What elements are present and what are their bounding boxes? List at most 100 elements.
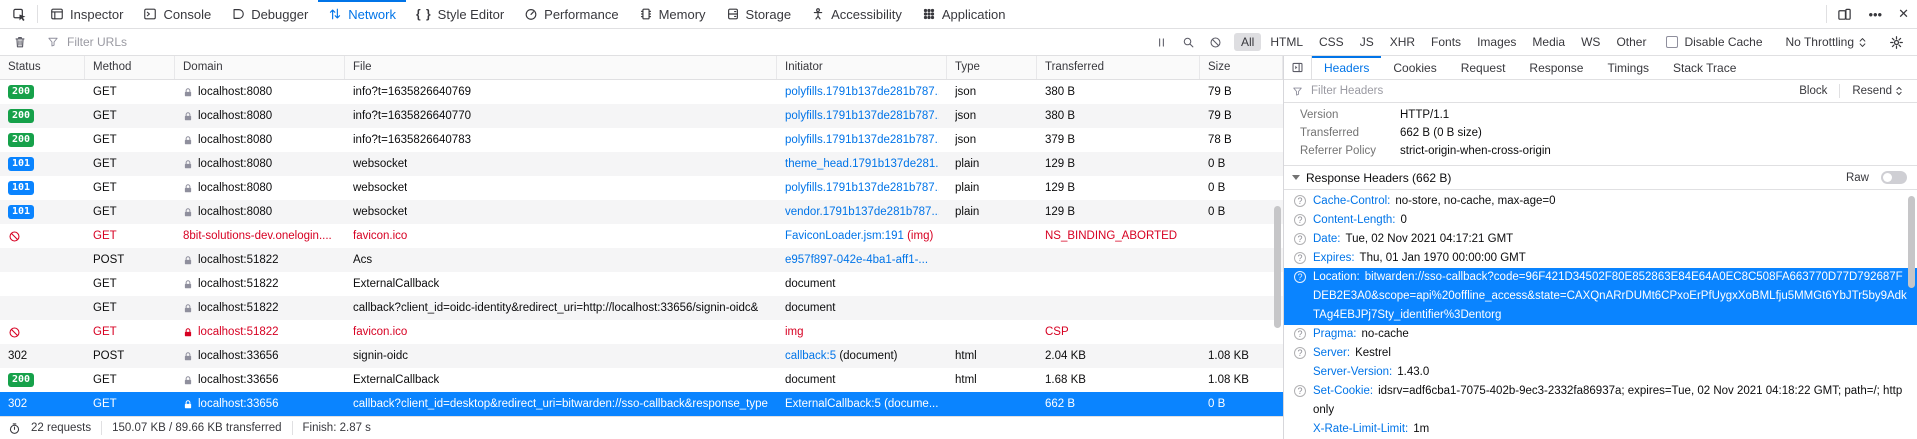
header-row[interactable]: ?Server:Kestrel [1284, 344, 1917, 363]
initiator-link[interactable]: FaviconLoader.jsm:191 [785, 230, 904, 242]
response-headers-section[interactable]: Response Headers (662 B) Raw [1284, 166, 1917, 190]
header-row[interactable]: ?X-Rate-Limit-Limit:1m [1284, 420, 1917, 439]
filter-urls-input[interactable] [65, 34, 365, 50]
help-icon[interactable]: ? [1294, 233, 1306, 245]
tab-console[interactable]: Console [133, 0, 221, 28]
help-icon[interactable]: ? [1294, 347, 1306, 359]
table-row[interactable]: GETlocalhost:51822favicon.icoimgCSP [0, 320, 1283, 344]
table-row[interactable]: GETlocalhost:51822ExternalCallbackdocume… [0, 272, 1283, 296]
help-icon[interactable]: ? [1294, 195, 1306, 207]
initiator-link[interactable]: polyfills.1791b137de281b787... [785, 182, 939, 194]
filter-all[interactable]: All [1234, 33, 1261, 51]
column-header-transferred[interactable]: Transferred [1037, 56, 1200, 79]
pause-recording-button[interactable] [1148, 36, 1175, 49]
initiator-link[interactable]: polyfills.1791b137de281b787... [785, 110, 939, 122]
block-button[interactable]: Block [1793, 85, 1833, 97]
initiator-link[interactable]: polyfills.1791b137de281b787... [785, 86, 939, 98]
tab-memory[interactable]: Memory [629, 0, 716, 28]
table-row[interactable]: POSTlocalhost:51822Acse957f897-042e-4ba1… [0, 248, 1283, 272]
disable-cache-control[interactable]: Disable Cache [1658, 35, 1770, 49]
help-icon[interactable]: ? [1294, 214, 1306, 226]
domain-text: localhost:8080 [198, 110, 272, 122]
initiator-link[interactable]: theme_head.1791b137de281... [785, 158, 939, 170]
help-icon[interactable]: ? [1294, 271, 1306, 283]
responsive-design-button[interactable] [1829, 0, 1860, 28]
filter-images[interactable]: Images [1470, 33, 1523, 51]
filter-media[interactable]: Media [1525, 33, 1572, 51]
stopwatch-icon[interactable] [8, 422, 21, 435]
table-row[interactable]: GETlocalhost:51822callback?client_id=oid… [0, 296, 1283, 320]
node-picker-button[interactable] [4, 0, 35, 28]
request-list-scrollbar[interactable] [1274, 206, 1281, 328]
help-icon[interactable]: ? [1294, 252, 1306, 264]
table-row[interactable]: 200GETlocalhost:33656ExternalCallbackdoc… [0, 368, 1283, 392]
filter-other[interactable]: Other [1609, 33, 1653, 51]
filter-headers-input[interactable] [1309, 84, 1787, 98]
throttling-select[interactable]: No Throttling [1776, 35, 1877, 49]
column-header-domain[interactable]: Domain [175, 56, 345, 79]
clear-requests-button[interactable] [6, 35, 34, 49]
help-icon[interactable]: ? [1294, 328, 1306, 340]
details-tab-request[interactable]: Request [1449, 56, 1518, 79]
raw-toggle[interactable] [1881, 171, 1907, 184]
table-row[interactable]: 101GETlocalhost:8080websocketpolyfills.1… [0, 176, 1283, 200]
details-scrollbar[interactable] [1908, 196, 1915, 288]
network-settings-button[interactable] [1882, 35, 1911, 50]
filter-html[interactable]: HTML [1263, 33, 1310, 51]
header-row[interactable]: ?Cache-Control:no-store, no-cache, max-a… [1284, 192, 1917, 211]
size-cell-text: 0 B [1208, 182, 1225, 194]
resend-button[interactable]: Resend [1846, 85, 1909, 97]
column-header-type[interactable]: Type [947, 56, 1037, 79]
header-row[interactable]: ?Expires:Thu, 01 Jan 1970 00:00:00 GMT [1284, 249, 1917, 268]
table-row[interactable]: 101GETlocalhost:8080websockettheme_head.… [0, 152, 1283, 176]
tab-application[interactable]: Application [912, 0, 1016, 28]
column-header-file[interactable]: File [345, 56, 777, 79]
filter-ws[interactable]: WS [1574, 33, 1607, 51]
details-tab-cookies[interactable]: Cookies [1381, 56, 1448, 79]
tab-storage[interactable]: Storage [716, 0, 802, 28]
details-tab-stack-trace[interactable]: Stack Trace [1661, 56, 1748, 79]
close-devtools-button[interactable]: ✕ [1890, 0, 1917, 28]
table-row[interactable]: 200GETlocalhost:8080info?t=1635826640769… [0, 80, 1283, 104]
table-row[interactable]: 200GETlocalhost:8080info?t=1635826640783… [0, 128, 1283, 152]
search-button[interactable] [1175, 36, 1202, 49]
filter-css[interactable]: CSS [1312, 33, 1351, 51]
table-row[interactable]: 101GETlocalhost:8080websocketvendor.1791… [0, 200, 1283, 224]
tab-inspector[interactable]: Inspector [40, 0, 133, 28]
header-row[interactable]: ?Set-Cookie:idsrv=adf6cba1-7075-402b-9ec… [1284, 382, 1917, 420]
initiator-link[interactable]: callback:5 [785, 350, 836, 362]
table-row[interactable]: GET8bit-solutions-dev.onelogin....favico… [0, 224, 1283, 248]
column-header-size[interactable]: Size [1200, 56, 1283, 79]
disable-cache-checkbox[interactable] [1666, 36, 1678, 48]
filter-js[interactable]: JS [1353, 33, 1381, 51]
tab-style-editor[interactable]: { } Style Editor [406, 0, 514, 28]
initiator-link[interactable]: polyfills.1791b137de281b787... [785, 134, 939, 146]
header-row[interactable]: ?Server-Version:1.43.0 [1284, 363, 1917, 382]
header-row[interactable]: ?Content-Length:0 [1284, 211, 1917, 230]
column-header-status[interactable]: Status [0, 56, 85, 79]
initiator-link[interactable]: vendor.1791b137de281b787... [785, 206, 939, 218]
initiator-link[interactable]: e957f897-042e-4ba1-aff1-... [785, 254, 928, 266]
tab-network[interactable]: Network [318, 0, 406, 28]
help-icon[interactable]: ? [1294, 385, 1306, 397]
collapse-details-button[interactable] [1284, 56, 1312, 79]
filter-fonts[interactable]: Fonts [1424, 33, 1468, 51]
header-row[interactable]: ?Location:bitwarden://sso-callback?code=… [1284, 268, 1917, 325]
column-header-method[interactable]: Method [85, 56, 175, 79]
details-tab-response[interactable]: Response [1517, 56, 1595, 79]
tab-debugger[interactable]: Debugger [221, 0, 318, 28]
request-blocking-button[interactable] [1202, 36, 1229, 49]
header-row[interactable]: ?Pragma:no-cache [1284, 325, 1917, 344]
column-header-initiator[interactable]: Initiator [777, 56, 947, 79]
details-tab-headers[interactable]: Headers [1312, 56, 1381, 79]
table-row[interactable]: 302POSTlocalhost:33656signin-oidccallbac… [0, 344, 1283, 368]
table-row[interactable]: 302GETlocalhost:33656callback?client_id=… [0, 392, 1283, 416]
details-tab-timings[interactable]: Timings [1595, 56, 1661, 79]
filter-xhr[interactable]: XHR [1383, 33, 1422, 51]
devtools-menu-button[interactable]: ••• [1860, 0, 1890, 28]
section-title: Response Headers (662 B) [1306, 171, 1451, 185]
tab-accessibility[interactable]: Accessibility [801, 0, 912, 28]
table-row[interactable]: 200GETlocalhost:8080info?t=1635826640770… [0, 104, 1283, 128]
header-row[interactable]: ?Date:Tue, 02 Nov 2021 04:17:21 GMT [1284, 230, 1917, 249]
tab-performance[interactable]: Performance [514, 0, 628, 28]
